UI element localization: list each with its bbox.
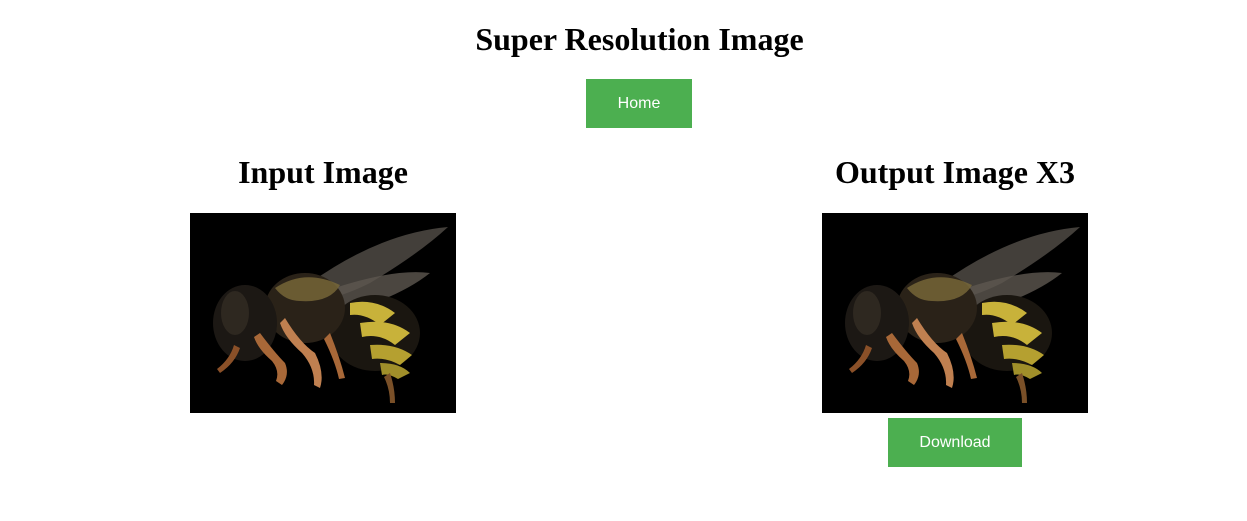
output-image (822, 213, 1088, 413)
output-heading: Output Image X3 (834, 154, 1075, 190)
input-heading: Input Image (238, 154, 408, 190)
input-section: Input Image (123, 152, 523, 413)
output-section: Output Image X3 (755, 152, 1155, 413)
input-image (190, 213, 456, 413)
home-button[interactable]: Home (586, 79, 692, 128)
bee-image (822, 213, 1088, 413)
page-title: Super Resolution Image (475, 21, 804, 57)
download-button[interactable]: Download (888, 418, 1022, 467)
bee-image (190, 213, 456, 413)
